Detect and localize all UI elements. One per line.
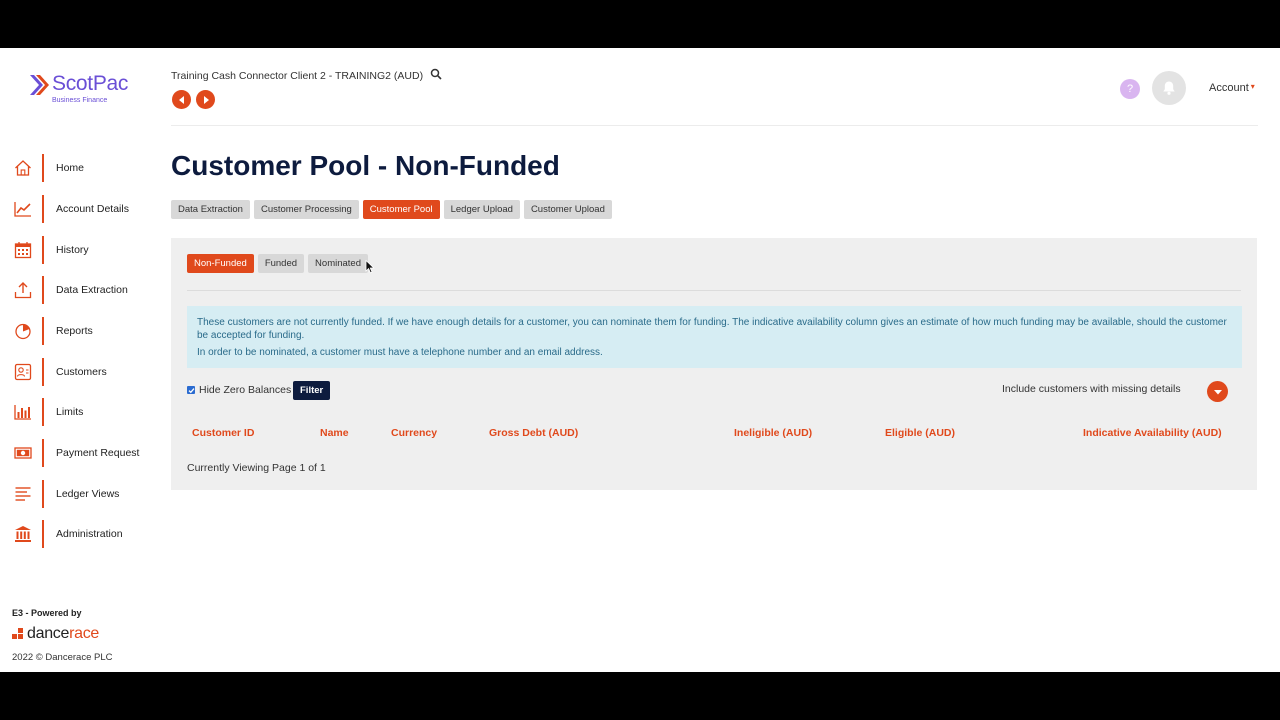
tab-customer-upload[interactable]: Customer Upload xyxy=(523,200,612,219)
help-button[interactable]: ? xyxy=(1120,79,1140,99)
info-text-nomination: In order to be nominated, a customer mus… xyxy=(197,347,603,358)
pagination-status: Currently Viewing Page 1 of 1 xyxy=(187,462,326,474)
upload-icon xyxy=(12,279,34,301)
sidebar-item-ledger-views[interactable]: Ledger Views xyxy=(12,480,162,508)
sidebar-item-payment-request[interactable]: Payment Request xyxy=(12,439,162,467)
subtab-funded[interactable]: Funded xyxy=(257,254,305,273)
customer-pool-panel: Non-Funded Funded Nominated These custom… xyxy=(171,238,1257,490)
account-label: Account xyxy=(1209,82,1249,94)
sidebar-item-customers[interactable]: Customers xyxy=(12,358,162,386)
sidebar-item-label: Data Extraction xyxy=(56,284,128,296)
notifications-button[interactable] xyxy=(1152,71,1186,105)
column-header-gross-debt[interactable]: Gross Debt (AUD) xyxy=(489,427,578,439)
hide-zero-balances-checkbox[interactable] xyxy=(187,386,195,394)
header-divider xyxy=(171,125,1258,126)
lines-icon xyxy=(12,483,34,505)
dancerace-logo-race: race xyxy=(69,625,100,642)
tab-customer-pool[interactable]: Customer Pool xyxy=(362,200,440,219)
sidebar-item-label: History xyxy=(56,244,89,256)
sidebar-item-reports[interactable]: Reports xyxy=(12,317,162,345)
subtab-non-funded[interactable]: Non-Funded xyxy=(187,254,254,273)
section-tabs: Data Extraction Customer Processing Cust… xyxy=(171,200,612,219)
sidebar-item-home[interactable]: Home xyxy=(12,154,162,182)
missing-details-toggle-button[interactable] xyxy=(1207,381,1228,402)
column-header-name[interactable]: Name xyxy=(320,427,349,439)
contact-card-icon xyxy=(12,361,34,383)
sidebar-item-label: Administration xyxy=(56,528,123,540)
column-header-indicative-availability[interactable]: Indicative Availability (AUD) xyxy=(1083,427,1222,439)
sidebar-item-label: Reports xyxy=(56,325,93,337)
copyright-text: 2022 © Dancerace PLC xyxy=(12,652,113,663)
money-icon xyxy=(12,442,34,464)
sidebar-item-account-details[interactable]: Account Details xyxy=(12,195,162,223)
column-header-customer-id[interactable]: Customer ID xyxy=(192,427,254,439)
chart-line-icon xyxy=(12,198,34,220)
page-title: Customer Pool - Non-Funded xyxy=(171,150,560,181)
caret-down-icon: ▾ xyxy=(1250,82,1255,91)
logo-tagline: Business Finance xyxy=(52,97,108,104)
sidebar-item-history[interactable]: History xyxy=(12,236,162,264)
caret-down-icon xyxy=(1213,389,1222,394)
tab-data-extraction[interactable]: Data Extraction xyxy=(171,200,250,219)
sidebar-item-label: Ledger Views xyxy=(56,488,120,500)
logo-brand-name: ScotPac xyxy=(52,72,129,95)
account-menu[interactable]: Account ▾ xyxy=(1209,82,1255,94)
sidebar-item-label: Home xyxy=(56,162,85,174)
dancerace-logo: dancerace xyxy=(12,624,99,644)
info-alert: These customers are not currently funded… xyxy=(187,306,1242,368)
next-client-button[interactable] xyxy=(196,90,215,109)
bar-chart-icon xyxy=(12,401,34,423)
sidebar-item-limits[interactable]: Limits xyxy=(12,398,162,426)
bell-icon xyxy=(1163,81,1175,95)
powered-by-text: E3 - Powered by xyxy=(12,608,82,618)
dancerace-logo-dance: dance xyxy=(27,625,70,642)
sidebar-item-label: Customers xyxy=(56,366,107,378)
previous-client-button[interactable] xyxy=(172,90,191,109)
panel-divider xyxy=(187,290,1241,291)
missing-details-label: Include customers with missing details xyxy=(1002,383,1181,395)
funding-status-tabs: Non-Funded Funded Nominated xyxy=(187,254,368,273)
hide-zero-balances-option[interactable]: Hide Zero Balances xyxy=(187,384,291,396)
sidebar-item-label: Account Details xyxy=(56,203,129,215)
subtab-nominated[interactable]: Nominated xyxy=(308,254,368,273)
sidebar-item-data-extraction[interactable]: Data Extraction xyxy=(12,276,162,304)
tab-ledger-upload[interactable]: Ledger Upload xyxy=(443,200,520,219)
calendar-icon xyxy=(12,239,34,261)
dancerace-squares-icon xyxy=(12,627,25,641)
mouse-cursor-icon xyxy=(365,260,375,274)
sidebar-item-label: Payment Request xyxy=(56,447,140,459)
client-name: Training Cash Connector Client 2 - TRAIN… xyxy=(171,70,424,82)
bank-icon xyxy=(12,523,34,545)
hide-zero-balances-label: Hide Zero Balances xyxy=(199,384,292,396)
info-text-funding: These customers are not currently funded… xyxy=(197,317,1227,341)
search-icon[interactable] xyxy=(430,68,442,80)
logo-chevron-icon xyxy=(30,75,49,95)
chevron-left-icon xyxy=(178,95,184,104)
home-icon xyxy=(12,157,34,179)
pie-chart-icon xyxy=(12,320,34,342)
column-header-ineligible[interactable]: Ineligible (AUD) xyxy=(734,427,812,439)
filter-button[interactable]: Filter xyxy=(293,381,331,400)
column-header-eligible[interactable]: Eligible (AUD) xyxy=(885,427,955,439)
chevron-right-icon xyxy=(203,95,209,104)
column-header-currency[interactable]: Currency xyxy=(391,427,437,439)
checkmark-icon xyxy=(188,387,194,393)
sidebar-item-label: Limits xyxy=(56,406,84,418)
tab-customer-processing[interactable]: Customer Processing xyxy=(253,200,359,219)
scotpac-logo[interactable]: ScotPac Business Finance xyxy=(28,70,138,110)
app-window: ScotPac Business Finance Training Cash C… xyxy=(0,48,1280,672)
sidebar-item-administration[interactable]: Administration xyxy=(12,520,162,548)
